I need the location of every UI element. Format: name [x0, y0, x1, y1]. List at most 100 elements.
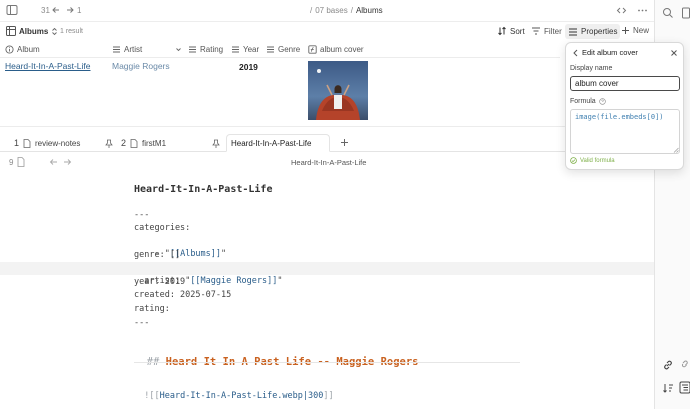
- tab-label: Heard-It-In-A-Past-Life: [231, 138, 312, 148]
- editor-header-title: Heard-It-In-A-Past-Life: [291, 158, 367, 167]
- frontmatter-open[interactable]: ---: [134, 209, 149, 222]
- column-label-album-cover: album cover: [320, 45, 364, 54]
- inline-title[interactable]: Heard-It-In-A-Past-Life: [134, 184, 272, 195]
- frontmatter-rating[interactable]: rating:: [134, 303, 170, 316]
- forward-arrow-icon[interactable]: [65, 5, 75, 15]
- list-icon: [231, 45, 240, 54]
- cell-artist-link[interactable]: Maggie Rogers: [112, 61, 170, 71]
- column-header-rating[interactable]: Rating: [188, 45, 223, 54]
- more-options-icon[interactable]: [637, 5, 648, 16]
- pin-icon[interactable]: [105, 139, 113, 148]
- resize-handle-icon[interactable]: [673, 147, 679, 153]
- sort-label: Sort: [510, 26, 525, 36]
- cell-year[interactable]: 2019: [239, 62, 258, 72]
- breadcrumb-separator: /: [350, 6, 353, 15]
- result-count: 1 result: [60, 28, 83, 35]
- title-bar: 31 1 / 07 bases / Albums: [0, 0, 654, 22]
- tab-firstM1[interactable]: 2 firstM1: [121, 134, 166, 152]
- column-header-genre[interactable]: Genre: [266, 45, 300, 54]
- breadcrumb: / 07 bases / Albums: [310, 6, 383, 15]
- filter-label: Filter: [544, 26, 562, 36]
- embed-suffix: ]]: [323, 391, 334, 401]
- frontmatter-categories-item[interactable]: - "[[Albums]]": [134, 235, 226, 259]
- links-icon[interactable]: [662, 359, 674, 371]
- properties-label: Properties: [581, 27, 618, 36]
- plus-icon: [621, 26, 630, 35]
- column-menu-chevron-icon[interactable]: [175, 46, 182, 53]
- heading-line[interactable]: ## Heard It In A Past Life -- Maggie Rog…: [134, 344, 419, 368]
- sort-icon: [497, 26, 507, 36]
- new-button[interactable]: New: [621, 26, 649, 35]
- frontmatter-genre[interactable]: genre: []: [134, 249, 180, 262]
- display-name-input[interactable]: [570, 76, 680, 91]
- categories-suffix: ": [221, 249, 227, 259]
- image-embed-line[interactable]: ![[Heard-It-In-A-Past-Life.webp|300]]: [134, 377, 333, 401]
- column-header-album-cover[interactable]: album cover: [308, 45, 364, 54]
- sort-button[interactable]: Sort: [497, 26, 525, 36]
- editor-forward-icon[interactable]: [63, 158, 72, 166]
- cell-album-link[interactable]: Heard-It-In-A-Past-Life: [5, 61, 91, 71]
- tab-number: 2: [121, 138, 127, 148]
- frontmatter-artist[interactable]: artist: "[[Maggie Rogers]]": [134, 262, 282, 286]
- sidebar-right-toggle-icon[interactable]: [682, 7, 690, 19]
- column-header-artist[interactable]: Artist: [112, 45, 142, 54]
- breadcrumb-file[interactable]: Albums: [356, 6, 383, 15]
- close-icon[interactable]: [670, 49, 678, 57]
- artist-suffix: ": [277, 276, 283, 286]
- circle-info-icon: [5, 45, 14, 54]
- popover-back-icon[interactable]: [572, 49, 579, 57]
- column-header-year[interactable]: Year: [231, 45, 259, 54]
- pin-icon[interactable]: [212, 139, 220, 148]
- sidebar-toggle-icon[interactable]: [6, 4, 18, 16]
- outline-icon[interactable]: [679, 381, 690, 394]
- frontmatter-categories-key[interactable]: categories:: [134, 222, 190, 235]
- source-mode-icon[interactable]: [616, 5, 627, 16]
- header-divider: [0, 57, 560, 58]
- document-icon: [17, 157, 25, 167]
- properties-button[interactable]: Properties: [565, 24, 621, 39]
- column-label-year: Year: [243, 45, 260, 54]
- tab-number: 1: [14, 138, 20, 148]
- embed-link[interactable]: Heard-It-In-A-Past-Life.webp|300: [160, 391, 324, 401]
- frontmatter-year[interactable]: year: 2019: [134, 276, 185, 289]
- file-icon: [23, 138, 31, 148]
- history-back-count: 31: [41, 6, 50, 15]
- breadcrumb-lead-separator: /: [310, 6, 313, 15]
- edit-property-popover: Edit album cover Display name Formula im…: [565, 42, 684, 170]
- new-tab-plus-icon[interactable]: [340, 138, 349, 147]
- column-label-genre: Genre: [278, 45, 301, 54]
- display-name-label: Display name: [570, 65, 613, 72]
- breadcrumb-folder[interactable]: 07 bases: [315, 6, 347, 15]
- artist-link[interactable]: [[Maggie Rogers]]: [190, 276, 277, 286]
- tab-strip: 1 review-notes 2 firstM1 Heard-It-In-A-P…: [0, 134, 654, 152]
- list-icon: [266, 45, 275, 54]
- line-number: 9: [9, 158, 14, 167]
- properties-icon: [568, 27, 578, 37]
- tab-label: firstM1: [142, 138, 167, 148]
- formula-label: Formula: [570, 98, 596, 105]
- sort-order-icon[interactable]: [662, 382, 674, 394]
- tab-label: review-notes: [35, 138, 81, 148]
- new-label: New: [633, 26, 650, 35]
- view-selector[interactable]: Albums: [6, 26, 58, 36]
- filter-button[interactable]: Filter: [531, 26, 562, 36]
- frontmatter-close[interactable]: ---: [134, 317, 149, 330]
- chevron-updown-icon: [51, 27, 58, 36]
- album-cover-image[interactable]: [308, 61, 368, 120]
- help-icon[interactable]: [598, 98, 606, 105]
- column-header-album[interactable]: Album: [5, 45, 40, 54]
- formula-editor[interactable]: image(file.embeds[0]): [570, 109, 680, 154]
- editor-back-icon[interactable]: [49, 158, 58, 166]
- list-icon: [112, 45, 121, 54]
- back-arrow-icon[interactable]: [51, 5, 61, 15]
- formula-icon: [308, 45, 317, 54]
- formula-status-text: Valid formula: [580, 157, 615, 164]
- unlink-icon[interactable]: [681, 359, 690, 371]
- search-icon[interactable]: [662, 7, 674, 19]
- tab-heard-it-in-a-past-life[interactable]: Heard-It-In-A-Past-Life: [226, 134, 330, 152]
- popover-title: Edit album cover: [582, 48, 638, 57]
- tab-review-notes[interactable]: 1 review-notes: [14, 134, 80, 152]
- list-icon: [188, 45, 197, 54]
- table-icon: [6, 26, 16, 36]
- frontmatter-created[interactable]: created: 2025-07-15: [134, 289, 231, 302]
